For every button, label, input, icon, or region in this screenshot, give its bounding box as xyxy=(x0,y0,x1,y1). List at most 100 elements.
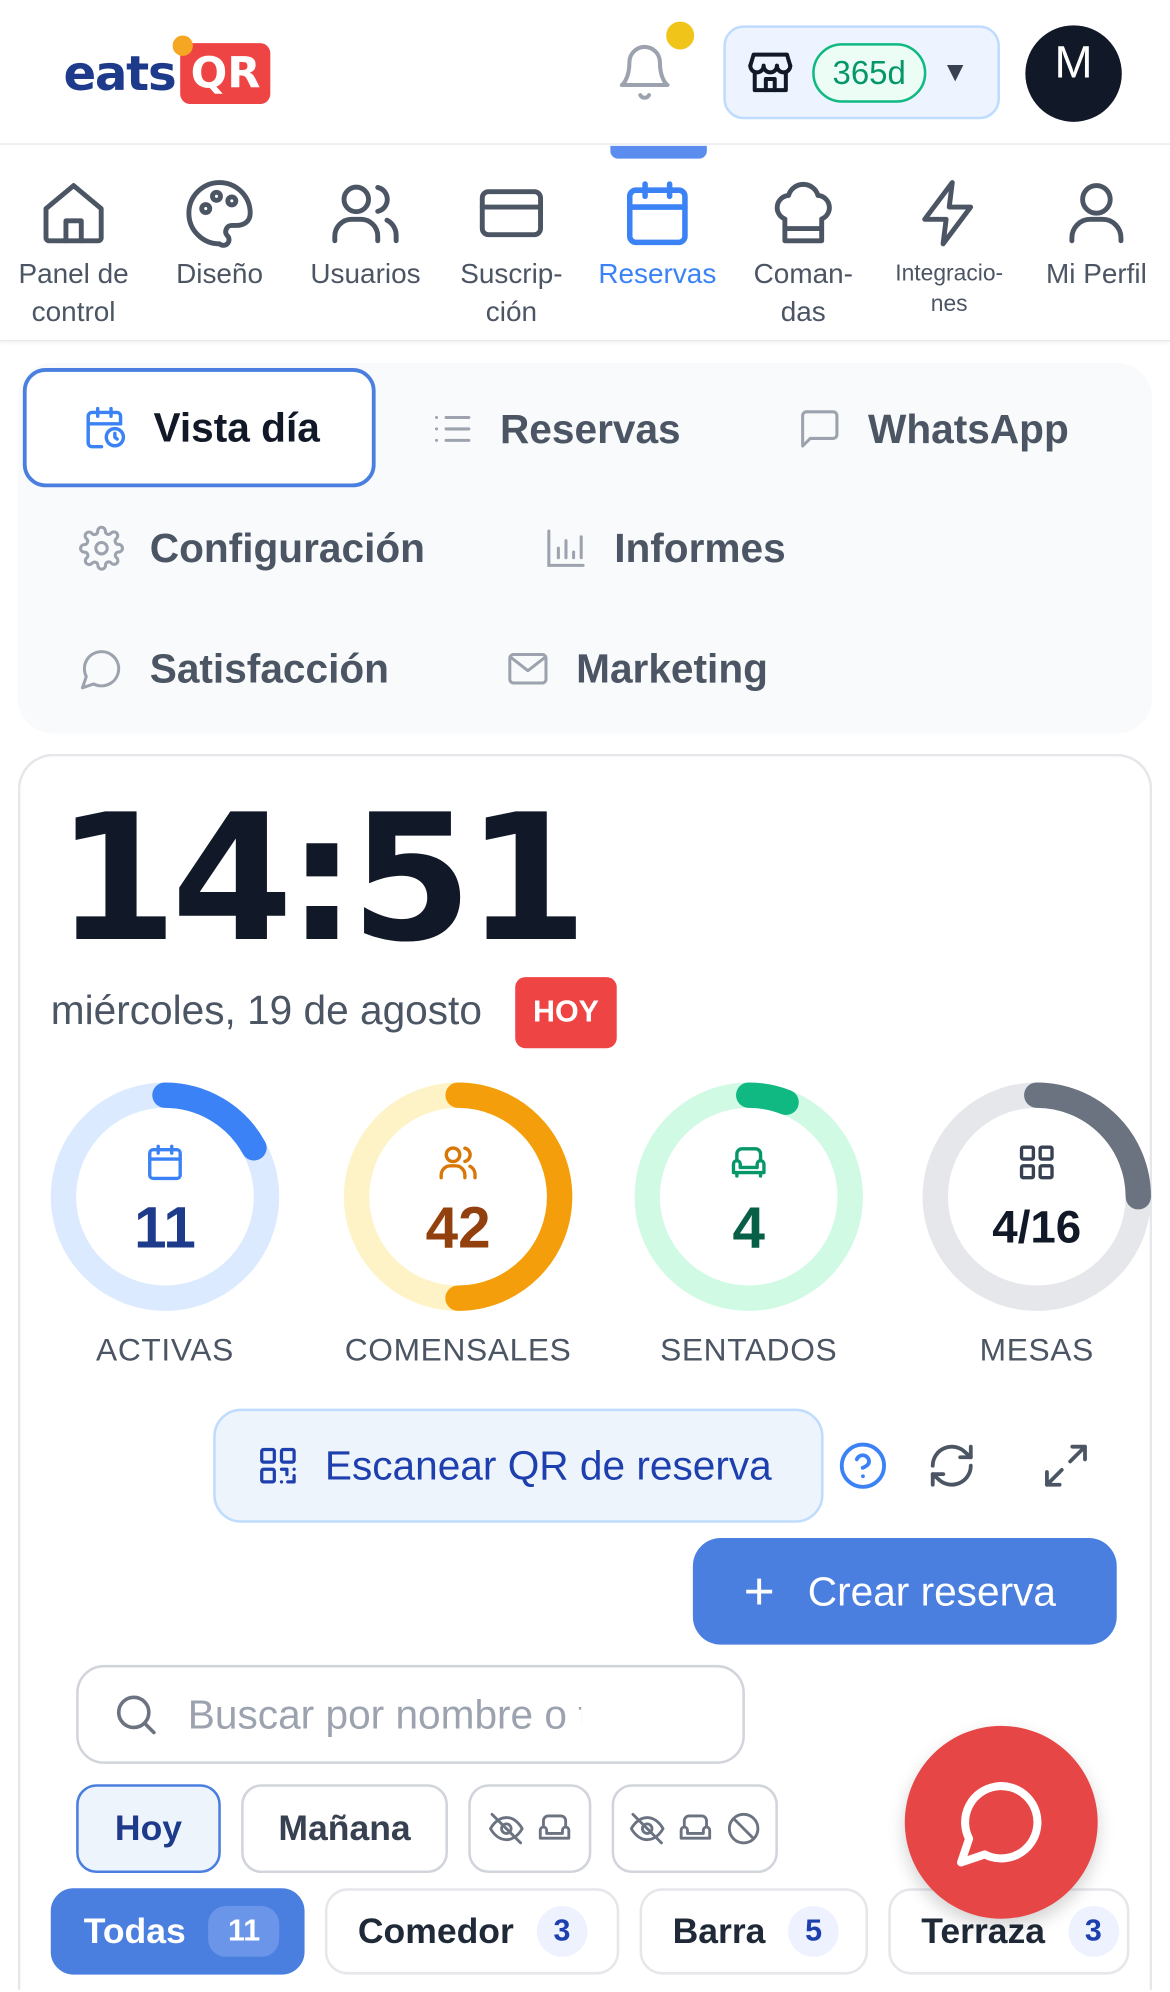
mail-icon xyxy=(508,652,548,685)
chat-bubble-icon xyxy=(957,1782,1042,1867)
stat-value: 4/16 xyxy=(992,1200,1082,1253)
create-reservation-label: Crear reserva xyxy=(807,1567,1056,1614)
bar-chart-icon xyxy=(547,529,585,567)
tab-label: Vista día xyxy=(153,404,320,450)
user-icon xyxy=(1069,183,1124,244)
tab-label: Marketing xyxy=(576,645,768,691)
tab-label: Satisfacción xyxy=(149,645,389,691)
message-square-icon xyxy=(801,410,839,448)
nav-label: Mi Perfil xyxy=(1045,257,1147,290)
search-icon xyxy=(116,1695,156,1735)
filter-tomorrow-button[interactable]: Mañana xyxy=(241,1784,448,1874)
chat-bubble-icon xyxy=(80,650,121,690)
list-icon xyxy=(435,415,471,442)
zone-comedor[interactable]: Comedor 3 xyxy=(324,1888,620,1975)
tab-configuracion[interactable]: Configuración xyxy=(79,520,425,576)
tab-label: Reservas xyxy=(499,405,681,452)
zone-barra[interactable]: Barra 5 xyxy=(639,1888,868,1975)
sofa-icon xyxy=(731,1147,766,1178)
search-input[interactable] xyxy=(187,1690,582,1738)
sofa-icon xyxy=(679,1814,711,1840)
stat-label: SENTADOS xyxy=(660,1332,838,1368)
nav-label: Panel de control xyxy=(18,257,129,328)
tab-vista-dia[interactable]: Vista día xyxy=(22,368,376,488)
stat-value: 11 xyxy=(134,1194,196,1261)
filter-hide-seated-button[interactable] xyxy=(468,1784,592,1874)
store-icon xyxy=(748,52,793,93)
chef-hat-icon xyxy=(774,181,832,244)
nav-label: Usuarios xyxy=(310,257,421,290)
nav-label: Reservas xyxy=(598,257,717,290)
logo-badge: QR xyxy=(172,35,271,105)
sofa-icon xyxy=(538,1814,570,1840)
tab-marketing[interactable]: Marketing xyxy=(505,641,768,697)
users-icon xyxy=(439,1146,477,1180)
tab-satisfaccion[interactable]: Satisfacción xyxy=(79,641,389,697)
filter-hide-cancelled-button[interactable] xyxy=(611,1784,778,1874)
nav-item-suscripcion[interactable]: Suscrip- ción xyxy=(438,146,585,341)
zone-count: 11 xyxy=(208,1906,280,1957)
tab-informes[interactable]: Informes xyxy=(543,520,786,576)
support-chat-button[interactable] xyxy=(904,1725,1098,1919)
stat-label: ACTIVAS xyxy=(96,1332,234,1368)
tab-reservas[interactable]: Reservas xyxy=(429,401,681,457)
scan-qr-label: Escanear QR de reserva xyxy=(324,1442,772,1488)
app-header: eats QR 365d ▼ M xyxy=(0,0,1170,145)
chevron-down-icon: ▼ xyxy=(941,55,970,88)
grid-icon xyxy=(1019,1145,1054,1180)
current-date: miércoles, 19 de agosto xyxy=(50,987,482,1033)
stat-comensales: 42 COMENSALES xyxy=(343,1081,574,1368)
home-icon xyxy=(43,183,104,244)
create-reservation-button[interactable]: + Crear reserva xyxy=(692,1538,1117,1645)
notification-dot xyxy=(662,17,698,54)
nav-item-integraciones[interactable]: Integracio- nes xyxy=(876,146,1023,341)
nav-item-diseno[interactable]: Diseño xyxy=(146,146,293,341)
gear-icon xyxy=(79,525,124,571)
plus-icon: + xyxy=(743,1560,775,1621)
search-box[interactable] xyxy=(76,1664,745,1764)
nav-item-usuarios[interactable]: Usuarios xyxy=(292,146,439,341)
help-icon[interactable] xyxy=(838,1440,891,1493)
users-icon xyxy=(332,184,399,244)
filter-today-button[interactable]: Hoy xyxy=(76,1784,221,1874)
logo-text: eats xyxy=(63,45,176,102)
nav-item-panel[interactable]: Panel de control xyxy=(0,146,147,341)
zone-todas[interactable]: Todas 11 xyxy=(50,1888,305,1975)
stat-value: 42 xyxy=(425,1194,491,1261)
stat-activas: 11 ACTIVAS xyxy=(49,1081,280,1368)
zone-label: Comedor xyxy=(357,1911,514,1951)
stat-label: COMENSALES xyxy=(344,1332,572,1368)
lightning-icon xyxy=(922,180,974,247)
eye-off-icon xyxy=(629,1812,664,1845)
zone-count: 3 xyxy=(1067,1906,1119,1957)
today-badge: HOY xyxy=(515,977,617,1049)
subscription-days-badge: 365d xyxy=(812,42,927,103)
main-nav: Panel de control Diseño Usuarios Suscrip… xyxy=(0,145,1170,342)
nav-label: Diseño xyxy=(176,257,263,290)
stat-value: 4 xyxy=(732,1194,765,1261)
palette-icon xyxy=(186,180,253,248)
calendar-icon xyxy=(148,1144,182,1181)
nav-item-comandas[interactable]: Coman- das xyxy=(730,146,877,341)
zone-label: Todas xyxy=(83,1911,186,1951)
ban-icon xyxy=(727,1812,759,1845)
calendar-icon xyxy=(626,181,688,246)
nav-item-reservas[interactable]: Reservas xyxy=(584,145,731,341)
tab-label: Configuración xyxy=(149,524,425,571)
notifications-bell-icon[interactable] xyxy=(614,41,675,104)
expand-icon[interactable] xyxy=(1041,1440,1094,1493)
eatsqr-logo[interactable]: eats QR xyxy=(63,35,271,109)
restaurant-selector[interactable]: 365d ▼ xyxy=(723,25,1000,120)
scan-qr-button[interactable]: Escanear QR de reserva xyxy=(213,1408,824,1523)
stat-label: MESAS xyxy=(979,1332,1094,1368)
refresh-icon[interactable] xyxy=(926,1440,979,1493)
zone-count: 5 xyxy=(788,1906,840,1957)
nav-item-perfil[interactable]: Mi Perfil xyxy=(1023,146,1170,341)
user-avatar[interactable]: M xyxy=(1025,25,1122,122)
tab-whatsapp[interactable]: WhatsApp xyxy=(797,401,1069,457)
zone-count: 3 xyxy=(536,1906,588,1957)
zone-label: Barra xyxy=(672,1911,766,1951)
credit-card-icon xyxy=(479,189,543,238)
eye-off-icon xyxy=(488,1812,523,1845)
stat-sentados: 4 SENTADOS xyxy=(633,1081,864,1368)
